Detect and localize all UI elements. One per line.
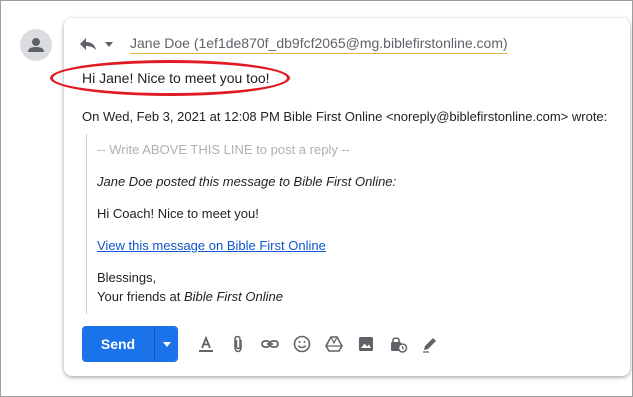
closing-text: Blessings,: [97, 270, 157, 285]
attach-icon[interactable]: [228, 334, 248, 354]
highlight-circle: [50, 60, 290, 96]
recipient-field[interactable]: Jane Doe (1ef1de870f_db9fcf2065@mg.bible…: [130, 34, 508, 54]
emoji-icon[interactable]: [292, 334, 312, 354]
signoff-prefix: Your friends at: [97, 289, 184, 304]
link-icon[interactable]: [260, 334, 280, 354]
view-message-link[interactable]: View this message on Bible First Online: [97, 238, 326, 253]
signoff-name: Bible First Online: [183, 289, 283, 304]
compose-toolbar: Send: [82, 326, 622, 362]
chevron-down-icon: [162, 342, 171, 347]
chevron-down-icon[interactable]: [104, 39, 114, 49]
quote-header: On Wed, Feb 3, 2021 at 12:08 PM Bible Fi…: [82, 109, 608, 124]
reply-icon[interactable]: [78, 36, 98, 52]
avatar: [20, 29, 52, 61]
confidential-icon[interactable]: [388, 334, 408, 354]
send-options-button[interactable]: [154, 326, 178, 362]
signature-icon[interactable]: [420, 334, 440, 354]
drive-icon[interactable]: [324, 334, 344, 354]
person-icon: [28, 38, 44, 52]
reply-marker: -- Write ABOVE THIS LINE to post a reply…: [97, 142, 351, 157]
signoff-line: Your friends at Bible First Online: [97, 289, 283, 304]
send-button-group: Send: [82, 326, 178, 362]
posted-by-line: Jane Doe posted this message to Bible Fi…: [97, 174, 397, 189]
reply-header: Jane Doe (1ef1de870f_db9fcf2065@mg.bible…: [78, 32, 618, 56]
quoted-message-text: Hi Coach! Nice to meet you!: [97, 206, 259, 221]
quoted-message: -- Write ABOVE THIS LINE to post a reply…: [86, 134, 616, 314]
photo-icon[interactable]: [356, 334, 376, 354]
send-button[interactable]: Send: [82, 326, 154, 362]
text-format-icon[interactable]: [196, 334, 216, 354]
